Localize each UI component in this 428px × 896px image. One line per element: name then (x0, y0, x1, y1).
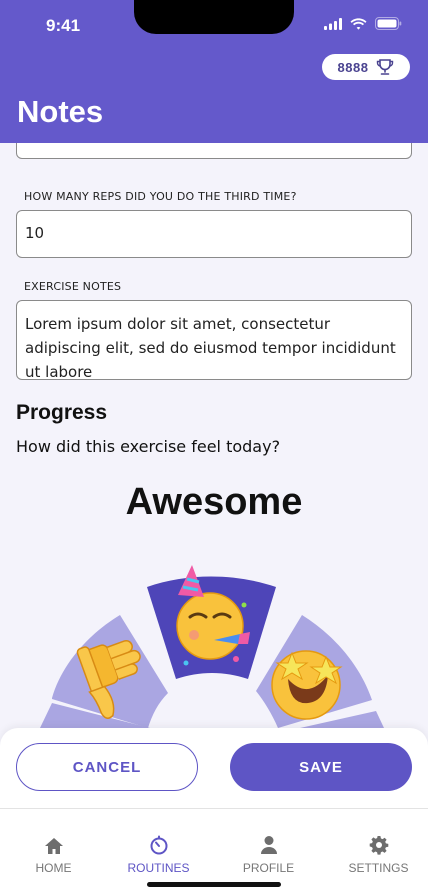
tab-profile[interactable]: PROFILE (215, 809, 322, 875)
tab-home-label: HOME (35, 861, 72, 875)
tab-profile-label: PROFILE (242, 861, 295, 875)
home-icon (44, 838, 63, 854)
mood-wheel[interactable] (0, 143, 428, 728)
status-time: 9:41 (46, 16, 81, 35)
timer-icon (150, 835, 167, 855)
tab-routines-label: ROUTINES (127, 861, 190, 875)
points-badge[interactable]: 8888 (322, 54, 410, 80)
wifi-icon (350, 17, 367, 30)
gear-icon (369, 836, 388, 855)
notes-form[interactable]: HOW MANY REPS DID YOU DO THE THIRD TIME?… (0, 143, 428, 728)
star-struck-icon (271, 650, 343, 720)
cancel-button[interactable]: CANCEL (16, 743, 198, 791)
status-icons (324, 17, 402, 30)
home-indicator (147, 882, 281, 887)
points-count: 8888 (337, 59, 369, 75)
signal-icon (324, 17, 342, 30)
battery-icon (375, 17, 402, 30)
header: 9:41 8888 Notes (0, 0, 428, 143)
page-title: Notes (17, 94, 104, 129)
tab-routines[interactable]: ROUTINES (105, 809, 212, 875)
trophy-icon (377, 59, 394, 75)
action-bar: CANCEL SAVE (0, 728, 428, 808)
tab-settings[interactable]: SETTINGS (325, 809, 428, 875)
person-icon (260, 836, 277, 854)
save-button[interactable]: SAVE (230, 743, 412, 791)
tab-settings-label: SETTINGS (348, 861, 409, 875)
device-notch (134, 0, 294, 34)
tab-home[interactable]: HOME (0, 809, 107, 875)
